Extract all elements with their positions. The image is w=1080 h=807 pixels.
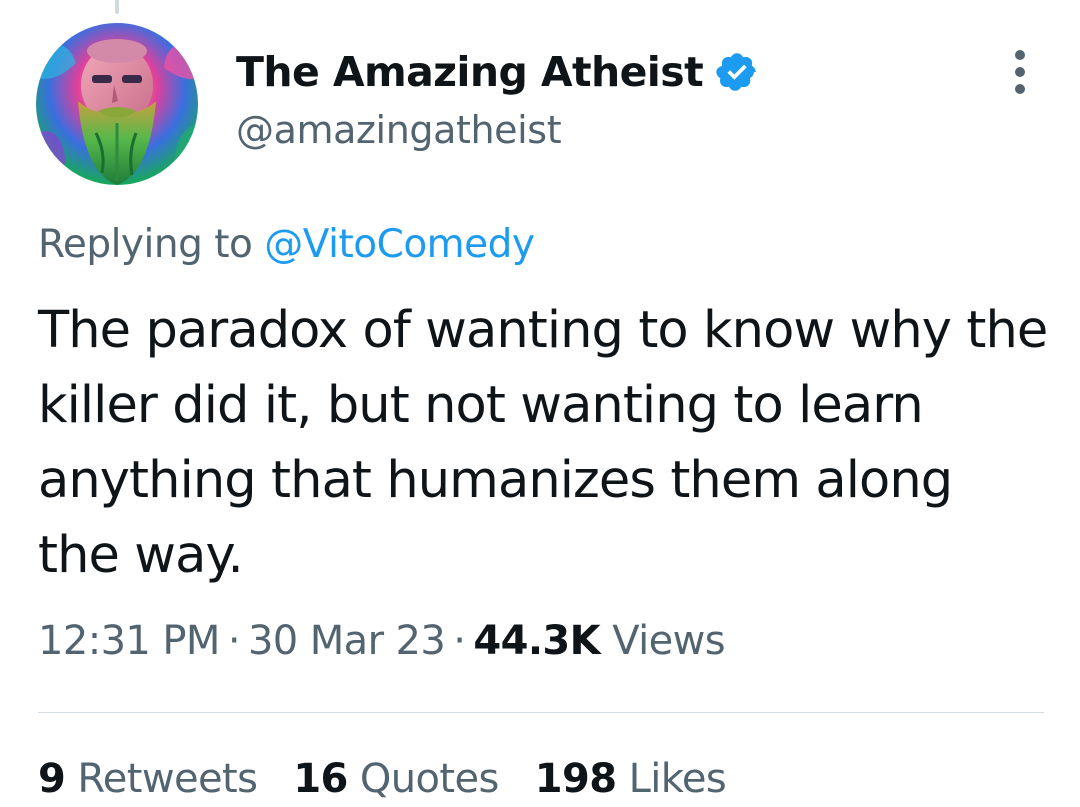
more-dot <box>1015 50 1025 60</box>
author-name-row[interactable]: The Amazing Atheist <box>236 42 759 102</box>
author-name[interactable]: The Amazing Atheist <box>236 48 704 96</box>
retweets-count: 9 <box>38 756 66 802</box>
tweet-time[interactable]: 12:31 PM <box>38 618 220 664</box>
likes-stat[interactable]: 198 Likes <box>534 756 727 802</box>
likes-label: Likes <box>628 756 727 802</box>
likes-count: 198 <box>534 756 617 802</box>
retweets-stat[interactable]: 9 Retweets <box>38 756 258 802</box>
meta-separator: · <box>227 618 241 664</box>
divider <box>38 712 1044 713</box>
retweets-label: Retweets <box>77 756 258 802</box>
tweet-text: The paradox of wanting to know why the k… <box>38 301 1048 585</box>
reply-handle-link[interactable]: @VitoComedy <box>264 222 535 267</box>
reply-context: Replying to @VitoComedy <box>38 222 535 267</box>
views-label: Views <box>612 618 725 664</box>
tweet-meta: 12:31 PM · 30 Mar 23 · 44.3K Views <box>38 618 726 664</box>
thread-connector-line <box>115 0 119 14</box>
bearded-man-avatar-icon <box>36 23 198 185</box>
more-options-icon[interactable] <box>1004 50 1036 94</box>
meta-separator: · <box>453 618 466 664</box>
avatar[interactable] <box>36 23 198 185</box>
author-handle[interactable]: @amazingatheist <box>236 108 562 152</box>
quotes-count: 16 <box>293 756 348 802</box>
quotes-stat[interactable]: 16 Quotes <box>293 756 499 802</box>
tweet-date[interactable]: 30 Mar 23 <box>248 618 446 664</box>
reply-prefix: Replying to <box>38 222 253 267</box>
more-dot <box>1015 84 1025 94</box>
verified-badge-icon <box>715 50 759 94</box>
engagement-stats: 9 Retweets 16 Quotes 198 Likes <box>38 756 762 802</box>
views-count: 44.3K <box>473 618 601 664</box>
quotes-label: Quotes <box>359 756 499 802</box>
more-dot <box>1015 67 1025 77</box>
